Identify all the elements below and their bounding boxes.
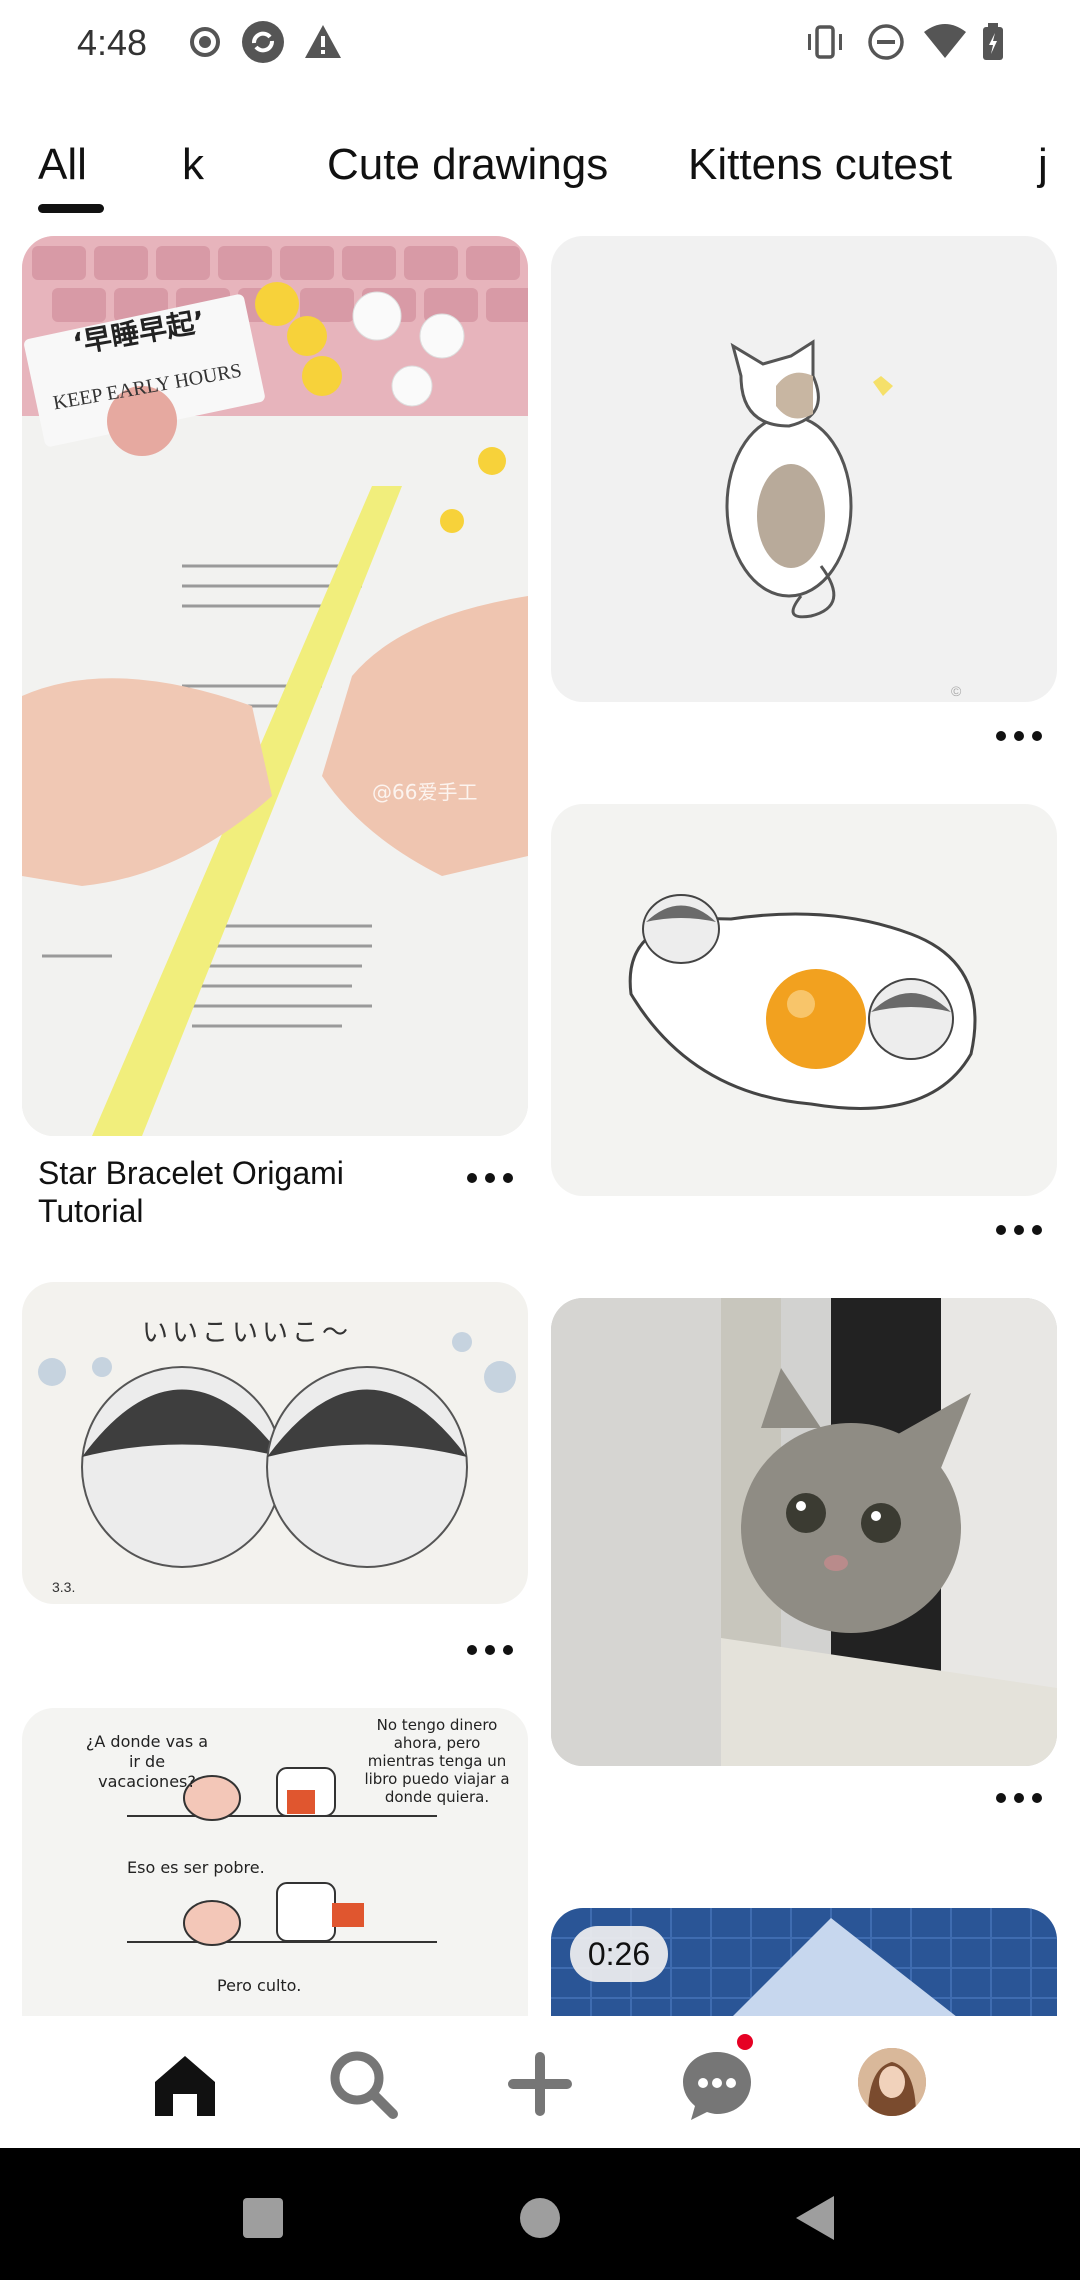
more-dots-icon[interactable]	[989, 1782, 1049, 1812]
avatar-image	[858, 2048, 926, 2116]
status-bar: 4:48	[0, 0, 1080, 90]
chat-icon[interactable]	[677, 2044, 757, 2124]
comic-text-1: ¿A donde vas a ir de vacaciones?	[85, 1732, 209, 1791]
pin-title[interactable]: Star Bracelet Origami Tutorial	[38, 1154, 438, 1230]
pin-penguin-egg[interactable]	[551, 804, 1057, 1196]
pin-feed: ‘早睡早起’ KEEP EARLY HOURS @66爱手工 Star Brac…	[0, 236, 1080, 2016]
vibrate-icon	[808, 25, 842, 59]
video-duration-badge: 0:26	[570, 1926, 668, 1982]
comic-text-2: No tengo dinero ahora, pero mientras ten…	[364, 1716, 510, 1806]
do-not-disturb-icon	[868, 24, 904, 60]
tab-cute-drawings[interactable]: Cute drawings	[327, 140, 608, 190]
comic-text-4: Pero culto.	[217, 1976, 302, 1995]
penguins-caption: いいこいいこ〜	[142, 1318, 353, 1348]
warning-icon	[305, 25, 341, 58]
pin-kitten[interactable]	[551, 1298, 1057, 1766]
more-dots-icon[interactable]	[989, 720, 1049, 750]
tab-kittens-cutest[interactable]: Kittens cutest	[688, 140, 952, 190]
search-icon[interactable]	[323, 2044, 403, 2124]
more-dots-icon[interactable]	[460, 1634, 520, 1664]
tab-j[interactable]: j	[1038, 140, 1048, 190]
bottom-nav	[0, 2016, 1080, 2148]
wifi-icon	[924, 24, 966, 58]
pin-origami[interactable]: ‘早睡早起’ KEEP EARLY HOURS @66爱手工	[22, 236, 528, 1136]
plus-icon[interactable]	[500, 2044, 580, 2124]
battery-icon	[983, 23, 1003, 60]
origami-photo	[22, 236, 528, 1136]
system-navigation-bar	[0, 2148, 1080, 2280]
sync-icon	[242, 21, 284, 63]
kitten-photo	[551, 1298, 1057, 1766]
recents-icon[interactable]	[243, 2198, 283, 2238]
comic-text-3: Eso es ser pobre.	[127, 1858, 265, 1877]
svg-text:©: ©	[951, 683, 962, 699]
home-icon[interactable]	[145, 2044, 225, 2124]
tab-all[interactable]: All	[38, 140, 87, 190]
status-time: 4:48	[77, 22, 148, 63]
tab-k[interactable]: k	[182, 140, 204, 190]
board-tabs: All k Cute drawings Kittens cutest j	[0, 140, 1080, 220]
svg-text:3.3.: 3.3.	[52, 1579, 75, 1595]
pin-penguins[interactable]: 3.3. いいこいいこ〜	[22, 1282, 528, 1604]
pin-comic[interactable]: ¿A donde vas a ir de vacaciones? No teng…	[22, 1708, 528, 2016]
origami-watermark: @66爱手工	[372, 780, 478, 804]
penguins-egg-drawing	[628, 894, 977, 1110]
more-dots-icon[interactable]	[460, 1162, 520, 1192]
cat-drawing: ©	[725, 339, 962, 699]
tab-selected-indicator	[38, 204, 104, 213]
back-icon[interactable]	[796, 2196, 836, 2240]
more-dots-icon[interactable]	[989, 1214, 1049, 1244]
home-circle-icon[interactable]	[520, 2198, 560, 2238]
avatar[interactable]	[858, 2048, 926, 2116]
pin-cat-drawing[interactable]: ©	[551, 236, 1057, 702]
notification-dot	[737, 2034, 753, 2050]
record-icon	[190, 27, 220, 57]
